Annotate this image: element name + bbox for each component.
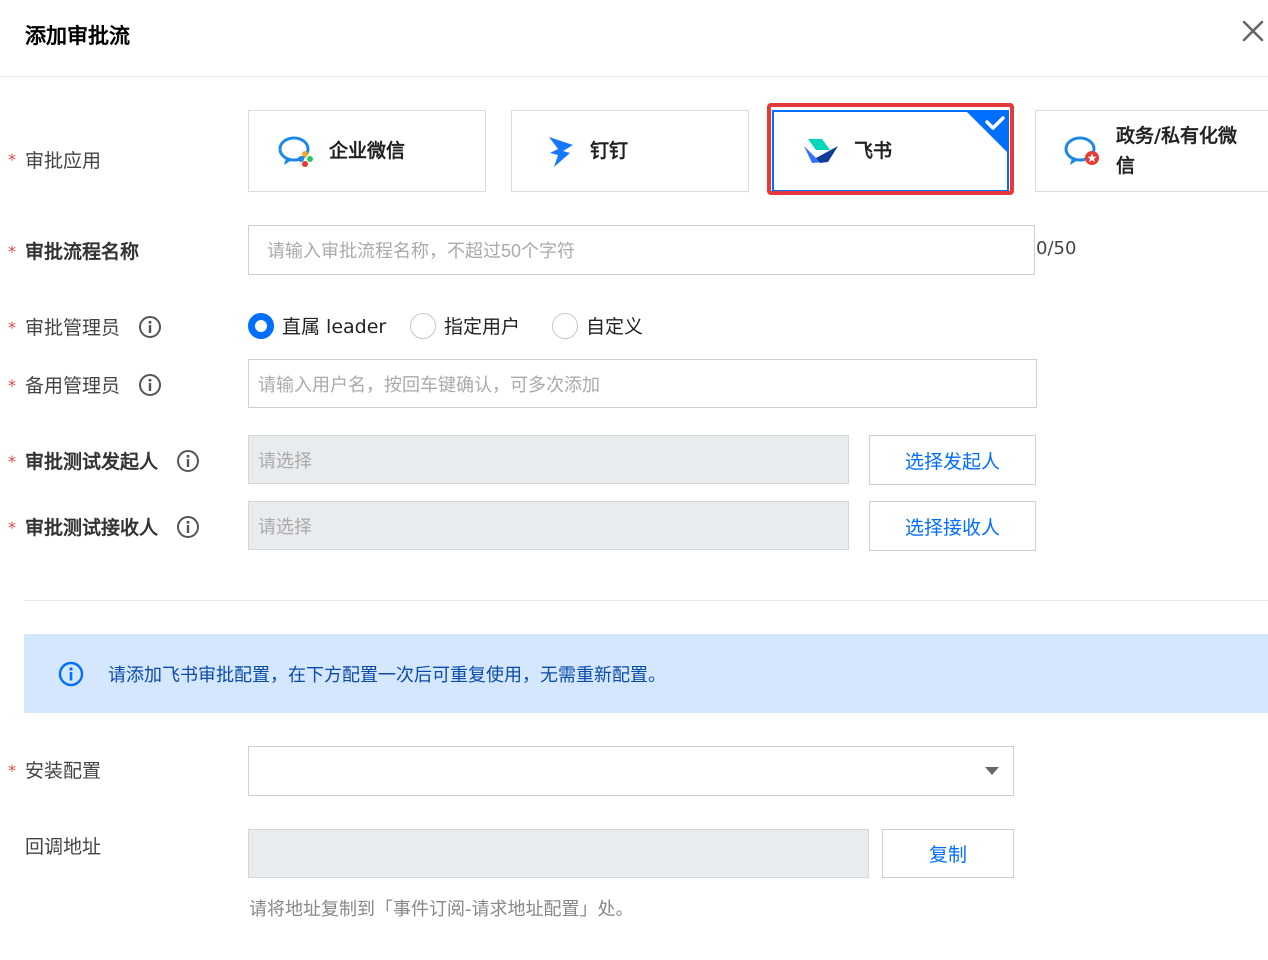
select-initiator-button[interactable]: 选择发起人: [869, 435, 1036, 485]
test-initiator-label: 审批测试发起人: [25, 447, 200, 474]
flow-name-input[interactable]: 请输入审批流程名称，不超过50个字符: [248, 225, 1035, 275]
app-card-feishu[interactable]: 飞书: [772, 110, 1009, 192]
info-icon[interactable]: [138, 373, 162, 397]
required-mark: *: [8, 518, 16, 537]
radio-specified-user[interactable]: 指定用户: [410, 312, 520, 339]
test-initiator-input: 请选择: [248, 435, 849, 484]
flow-name-label: 审批流程名称: [25, 237, 139, 264]
selected-check-icon: [965, 110, 1009, 154]
radio-dot: [552, 312, 578, 339]
test-receiver-placeholder: 请选择: [258, 516, 312, 537]
test-receiver-label: 审批测试接收人: [25, 513, 200, 540]
wecom-icon: [277, 134, 315, 168]
callback-label: 回调地址: [25, 832, 101, 859]
close-icon[interactable]: [1240, 18, 1268, 50]
app-name: 企业微信: [329, 140, 406, 162]
app-name-line1: 政务/私有化微: [1116, 125, 1237, 147]
feishu-icon: [802, 136, 840, 166]
install-config-label-text: 安装配置: [25, 760, 102, 782]
info-alert: 请添加飞书审批配置，在下方配置一次后可重复使用，无需重新配置。: [24, 634, 1268, 713]
install-config-select[interactable]: [248, 746, 1014, 796]
flow-name-label-text: 审批流程名称: [25, 241, 140, 263]
radio-dot: [410, 312, 436, 339]
info-icon[interactable]: [176, 449, 200, 473]
radio-label: 直属 leader: [282, 316, 387, 338]
test-initiator-placeholder: 请选择: [258, 450, 312, 471]
test-initiator-label-text: 审批测试发起人: [25, 451, 159, 473]
dialog-title: 添加审批流: [25, 24, 130, 48]
backup-admin-placeholder: 请输入用户名，按回车键确认，可多次添加: [258, 374, 600, 395]
radio-direct-leader[interactable]: 直属 leader: [248, 312, 386, 339]
app-name: 钉钉: [590, 140, 629, 162]
caret-down-icon: [985, 767, 999, 775]
info-icon[interactable]: [138, 315, 162, 339]
install-config-label: 安装配置: [25, 756, 101, 783]
callback-hint: 请将地址复制到「事件订阅-请求地址配置」处。: [249, 899, 634, 920]
apps-label-text: 审批应用: [25, 150, 102, 172]
backup-admin-label: 备用管理员: [25, 371, 162, 398]
radio-label: 指定用户: [444, 316, 521, 338]
test-receiver-input: 请选择: [248, 501, 849, 550]
callback-label-text: 回调地址: [25, 836, 102, 858]
admin-label-text: 审批管理员: [25, 317, 121, 339]
alert-text: 请添加飞书审批配置，在下方配置一次后可重复使用，无需重新配置。: [108, 664, 666, 686]
dingtalk-icon: [546, 133, 576, 169]
required-mark: *: [8, 761, 16, 780]
flow-name-placeholder: 请输入审批流程名称，不超过50个字符: [267, 241, 576, 261]
required-mark: *: [8, 150, 16, 169]
backup-admin-input[interactable]: 请输入用户名，按回车键确认，可多次添加: [248, 359, 1037, 408]
app-card-wecom[interactable]: 企业微信: [248, 110, 486, 192]
required-mark: *: [8, 318, 16, 337]
app-name-line2: 信: [1116, 155, 1136, 177]
char-counter: 0/50: [1036, 238, 1077, 259]
dialog-header: 添加审批流: [0, 0, 1268, 77]
backup-admin-label-text: 备用管理员: [25, 375, 121, 397]
radio-label: 自定义: [586, 316, 644, 338]
apps-label: 审批应用: [25, 146, 101, 173]
callback-url-input: [248, 829, 869, 878]
required-mark: *: [8, 376, 16, 395]
app-name: 飞书: [854, 140, 893, 162]
test-receiver-label-text: 审批测试接收人: [25, 517, 159, 539]
required-mark: *: [8, 242, 16, 261]
select-receiver-button[interactable]: 选择接收人: [869, 501, 1036, 551]
app-name: 政务/私有化微 信: [1116, 121, 1237, 181]
info-icon[interactable]: [176, 515, 200, 539]
section-divider: [24, 600, 1268, 601]
app-card-gov-wecom[interactable]: 政务/私有化微 信: [1035, 110, 1268, 192]
admin-label: 审批管理员: [25, 313, 162, 340]
copy-button[interactable]: 复制: [882, 829, 1014, 878]
app-card-dingtalk[interactable]: 钉钉: [511, 110, 749, 192]
gov-wecom-icon: [1064, 134, 1102, 168]
info-circle-icon: [58, 661, 84, 687]
radio-custom[interactable]: 自定义: [552, 312, 643, 339]
required-mark: *: [8, 452, 16, 471]
radio-dot: [248, 312, 274, 339]
